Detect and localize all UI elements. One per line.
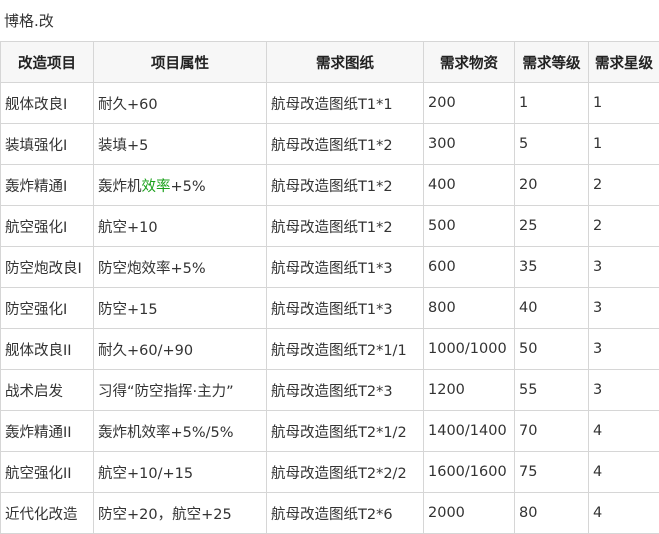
cell-materials: 400 xyxy=(424,165,515,206)
cell-attribute: 轰炸机效率+5% xyxy=(94,165,267,206)
cell-stars: 3 xyxy=(589,288,659,329)
cell-blueprint: 航母改造图纸T1*3 xyxy=(267,288,424,329)
cell-upgrade-item: 轰炸精通I xyxy=(1,165,94,206)
cell-level: 25 xyxy=(515,206,589,247)
table-row: 航空强化I 航空+10 航母改造图纸T1*2 500 25 2 xyxy=(1,206,659,247)
cell-stars: 4 xyxy=(589,493,659,534)
table-row: 轰炸精通II 轰炸机效率+5%/5% 航母改造图纸T2*1/2 1400/140… xyxy=(1,411,659,452)
cell-stars: 2 xyxy=(589,165,659,206)
cell-upgrade-item: 防空强化I xyxy=(1,288,94,329)
attr-text: 轰炸机 xyxy=(98,179,142,195)
cell-level: 5 xyxy=(515,124,589,165)
cell-level: 70 xyxy=(515,411,589,452)
cell-blueprint: 航母改造图纸T2*3 xyxy=(267,370,424,411)
table-header-row: 改造项目 项目属性 需求图纸 需求物资 需求等级 需求星级 xyxy=(1,42,659,83)
cell-attribute: 习得“防空指挥·主力” xyxy=(94,370,267,411)
cell-upgrade-item: 装填强化I xyxy=(1,124,94,165)
header-blueprint: 需求图纸 xyxy=(267,42,424,83)
cell-blueprint: 航母改造图纸T1*2 xyxy=(267,206,424,247)
cell-attribute: 航空+10/+15 xyxy=(94,452,267,493)
attr-text: 装填+5 xyxy=(98,138,148,154)
header-attribute: 项目属性 xyxy=(94,42,267,83)
cell-attribute: 防空炮效率+5% xyxy=(94,247,267,288)
table-row: 轰炸精通I 轰炸机效率+5% 航母改造图纸T1*2 400 20 2 xyxy=(1,165,659,206)
cell-materials: 1200 xyxy=(424,370,515,411)
cell-upgrade-item: 近代化改造 xyxy=(1,493,94,534)
cell-stars: 3 xyxy=(589,370,659,411)
table-row: 装填强化I 装填+5 航母改造图纸T1*2 300 5 1 xyxy=(1,124,659,165)
cell-materials: 800 xyxy=(424,288,515,329)
cell-level: 20 xyxy=(515,165,589,206)
cell-stars: 3 xyxy=(589,329,659,370)
cell-stars: 3 xyxy=(589,247,659,288)
cell-materials: 1600/1600 xyxy=(424,452,515,493)
attr-text: 轰炸机效率+5%/5% xyxy=(98,425,234,441)
cell-attribute: 防空+20，航空+25 xyxy=(94,493,267,534)
cell-attribute: 轰炸机效率+5%/5% xyxy=(94,411,267,452)
table-row: 战术启发 习得“防空指挥·主力” 航母改造图纸T2*3 1200 55 3 xyxy=(1,370,659,411)
cell-level: 80 xyxy=(515,493,589,534)
cell-blueprint: 航母改造图纸T1*1 xyxy=(267,83,424,124)
cell-materials: 200 xyxy=(424,83,515,124)
cell-upgrade-item: 航空强化II xyxy=(1,452,94,493)
cell-materials: 1000/1000 xyxy=(424,329,515,370)
header-materials: 需求物资 xyxy=(424,42,515,83)
cell-blueprint: 航母改造图纸T1*2 xyxy=(267,124,424,165)
attr-text: 防空炮效率+5% xyxy=(98,261,206,277)
table-row: 舰体改良I 耐久+60 航母改造图纸T1*1 200 1 1 xyxy=(1,83,659,124)
attr-text: 耐久+60/+90 xyxy=(98,343,193,359)
cell-level: 40 xyxy=(515,288,589,329)
table-row: 防空强化I 防空+15 航母改造图纸T1*3 800 40 3 xyxy=(1,288,659,329)
table-row: 舰体改良II 耐久+60/+90 航母改造图纸T2*1/1 1000/1000 … xyxy=(1,329,659,370)
page-title: 博格.改 xyxy=(4,6,54,36)
cell-materials: 500 xyxy=(424,206,515,247)
cell-stars: 1 xyxy=(589,83,659,124)
cell-level: 1 xyxy=(515,83,589,124)
attr-suffix-text: +5% xyxy=(171,179,206,195)
attr-highlight-text: 效率 xyxy=(142,179,171,195)
cell-stars: 4 xyxy=(589,452,659,493)
cell-materials: 2000 xyxy=(424,493,515,534)
attr-text: 防空+20，航空+25 xyxy=(98,507,232,523)
cell-materials: 1400/1400 xyxy=(424,411,515,452)
cell-stars: 4 xyxy=(589,411,659,452)
cell-stars: 2 xyxy=(589,206,659,247)
cell-blueprint: 航母改造图纸T2*2/2 xyxy=(267,452,424,493)
attr-text: 防空+15 xyxy=(98,302,158,318)
cell-attribute: 耐久+60/+90 xyxy=(94,329,267,370)
attr-text: 习得“防空指挥·主力” xyxy=(98,384,234,400)
upgrade-table: 改造项目 项目属性 需求图纸 需求物资 需求等级 需求星级 舰体改良I 耐久+6… xyxy=(0,41,659,534)
cell-stars: 1 xyxy=(589,124,659,165)
header-upgrade-item: 改造项目 xyxy=(1,42,94,83)
cell-upgrade-item: 战术启发 xyxy=(1,370,94,411)
cell-level: 50 xyxy=(515,329,589,370)
cell-attribute: 耐久+60 xyxy=(94,83,267,124)
cell-level: 35 xyxy=(515,247,589,288)
table-row: 航空强化II 航空+10/+15 航母改造图纸T2*2/2 1600/1600 … xyxy=(1,452,659,493)
cell-materials: 600 xyxy=(424,247,515,288)
cell-blueprint: 航母改造图纸T2*1/1 xyxy=(267,329,424,370)
cell-blueprint: 航母改造图纸T2*6 xyxy=(267,493,424,534)
header-stars: 需求星级 xyxy=(589,42,659,83)
attr-text: 航空+10 xyxy=(98,220,158,236)
cell-upgrade-item: 舰体改良I xyxy=(1,83,94,124)
cell-level: 55 xyxy=(515,370,589,411)
cell-attribute: 装填+5 xyxy=(94,124,267,165)
cell-upgrade-item: 航空强化I xyxy=(1,206,94,247)
cell-level: 75 xyxy=(515,452,589,493)
cell-attribute: 防空+15 xyxy=(94,288,267,329)
cell-upgrade-item: 轰炸精通II xyxy=(1,411,94,452)
cell-upgrade-item: 舰体改良II xyxy=(1,329,94,370)
table-row: 近代化改造 防空+20，航空+25 航母改造图纸T2*6 2000 80 4 xyxy=(1,493,659,534)
header-level: 需求等级 xyxy=(515,42,589,83)
table-row: 防空炮改良I 防空炮效率+5% 航母改造图纸T1*3 600 35 3 xyxy=(1,247,659,288)
cell-materials: 300 xyxy=(424,124,515,165)
cell-attribute: 航空+10 xyxy=(94,206,267,247)
attr-text: 耐久+60 xyxy=(98,97,158,113)
attr-text: 航空+10/+15 xyxy=(98,466,193,482)
cell-blueprint: 航母改造图纸T1*2 xyxy=(267,165,424,206)
cell-upgrade-item: 防空炮改良I xyxy=(1,247,94,288)
cell-blueprint: 航母改造图纸T1*3 xyxy=(267,247,424,288)
cell-blueprint: 航母改造图纸T2*1/2 xyxy=(267,411,424,452)
